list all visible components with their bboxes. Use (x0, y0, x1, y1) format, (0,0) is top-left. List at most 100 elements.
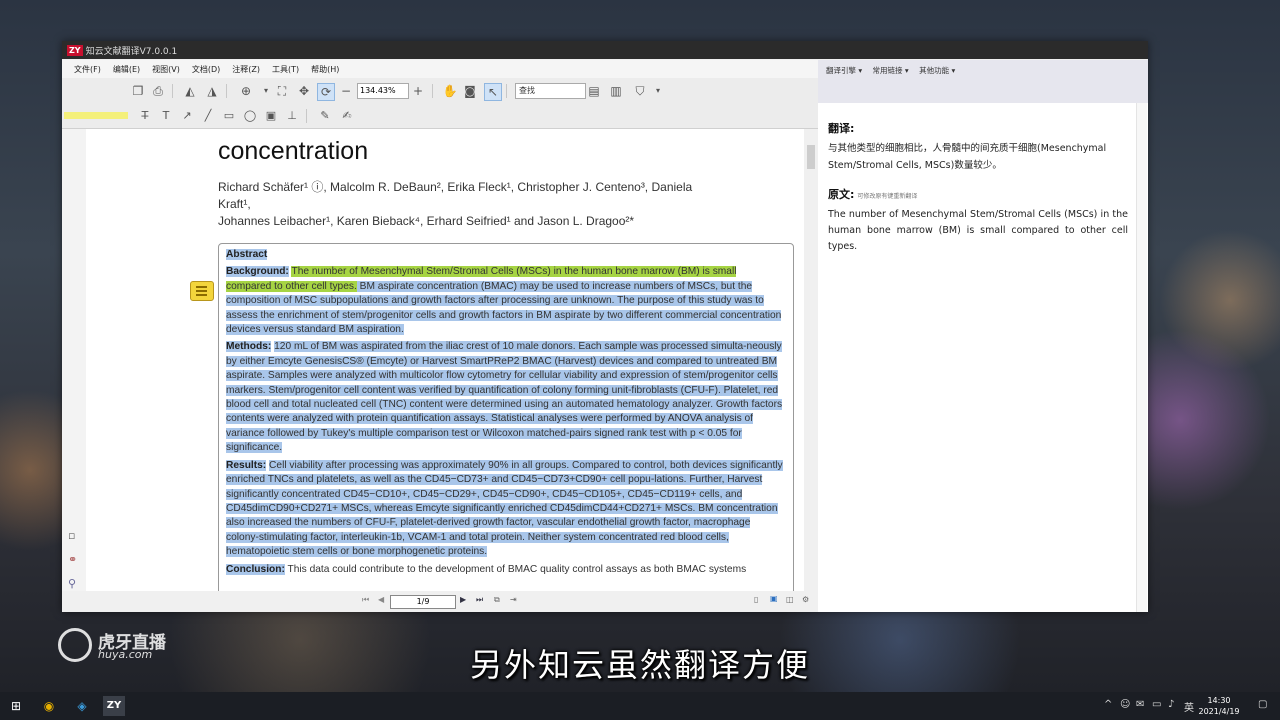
zhiyun-taskbar-button[interactable]: ZY (103, 696, 125, 716)
tray-expand-icon[interactable]: ^ (1104, 699, 1112, 710)
snapshot-icon[interactable]: ◙ (462, 83, 478, 99)
main-toolbar: ❐ ⎙ ◭ ◮ ⊕ ▾ ⛶ ✥ ⟳ − 134.43% + ✋ ◙ ↖ 查找 ▤… (62, 78, 818, 105)
flip-right-icon[interactable]: ◮ (204, 83, 220, 99)
zoom-select[interactable]: 134.43% (357, 83, 409, 99)
original-hint: 可修改原有键重新翻译 (857, 193, 918, 200)
left-sidebar: ▫ ⚭ ⚲ (62, 129, 86, 591)
search-input[interactable]: 查找 (515, 83, 586, 99)
find-next-icon[interactable]: ▥ (608, 83, 624, 99)
flip-left-icon[interactable]: ◭ (182, 83, 198, 99)
translation-scrollbar[interactable] (1136, 103, 1147, 612)
status-bar: ⏮ ◀ 1/9 ▶ ⏭ ⧉ ⇥ ▯ ▣ ◫ ⚙ (62, 591, 818, 612)
pdf-page: concentration Richard Schäfer¹ ⓘ, Malcol… (122, 129, 794, 591)
original-label-row: 原文: 可修改原有键重新翻译 (828, 186, 917, 202)
page-number-input[interactable]: 1/9 (390, 595, 456, 609)
edit-icon[interactable]: ✎ (317, 108, 333, 124)
author-list: Richard Schäfer¹ ⓘ, Malcolm R. DeBaun², … (218, 179, 718, 230)
next-page-icon[interactable]: ▶ (460, 595, 466, 604)
annotation-toolbar: T̶ T ↗ ╱ ▭ ◯ ▣ ⊥ ✎ ✍ (62, 104, 818, 129)
first-page-icon[interactable]: ⏮ (362, 595, 369, 605)
zoom-out-icon[interactable]: − (338, 83, 354, 99)
print-icon[interactable]: ⎙ (150, 83, 166, 99)
notification-icon[interactable]: ▢ (1258, 699, 1267, 710)
line-icon[interactable]: ╱ (200, 108, 216, 124)
scrollbar-thumb[interactable] (807, 145, 815, 169)
select-text-icon[interactable]: ↖ (484, 83, 502, 101)
comment-icon[interactable]: ▫ (68, 529, 75, 542)
original-label: 原文: (828, 188, 855, 201)
other-functions-menu[interactable]: 其他功能 ▾ (919, 66, 955, 75)
menu-view[interactable]: 视图(V) (152, 64, 180, 75)
rectangle-icon[interactable]: ▭ (221, 108, 237, 124)
translation-text[interactable]: 与其他类型的细胞相比，人骨髓中的间充质干细胞(Mesenchymal Stem/… (828, 140, 1128, 174)
highlighter-color-swatch[interactable] (64, 112, 128, 119)
menu-help[interactable]: 帮助(H) (311, 64, 339, 75)
windows-start-icon[interactable]: ⊞ (5, 696, 27, 716)
abstract-box: Abstract Background: The number of Mesen… (218, 243, 794, 591)
user-icon[interactable]: ☺ (1120, 699, 1130, 710)
fit-width-icon[interactable]: ✥ (296, 83, 312, 99)
abstract-text[interactable]: Abstract Background: The number of Mesen… (226, 248, 784, 580)
clock-date: 2021/4/19 (1198, 707, 1240, 716)
continuous-page-icon[interactable]: ▣ (770, 594, 778, 603)
zoom-in-icon[interactable]: ⊕ (238, 83, 254, 99)
page-view-icon[interactable]: ⧉ (494, 595, 500, 605)
rotate-icon[interactable]: ⟳ (317, 83, 335, 101)
strikethrough-icon[interactable]: T̶ (137, 108, 153, 124)
find-prev-icon[interactable]: ▤ (586, 83, 602, 99)
arrow-icon[interactable]: ↗ (179, 108, 195, 124)
menu-annotate[interactable]: 注释(Z) (232, 64, 260, 75)
page-nav-icon[interactable]: ⇥ (510, 595, 517, 604)
text-icon[interactable]: T (158, 108, 174, 124)
volume-icon[interactable]: ♪ (1168, 699, 1174, 710)
link-icon[interactable]: ⚭ (68, 553, 77, 566)
filter-icon[interactable]: ⛉ (632, 83, 648, 99)
chevron-down-icon[interactable]: ▾ (258, 83, 274, 99)
wechat-icon[interactable]: ✉ (1136, 699, 1144, 710)
menu-tools[interactable]: 工具(T) (272, 64, 299, 75)
zoom-plus-icon[interactable]: + (410, 83, 426, 99)
conclusion-label: Conclusion: (226, 563, 285, 575)
results-label: Results: (226, 459, 267, 471)
authors-line-2: Johannes Leibacher¹, Karen Bieback⁴, Erh… (218, 214, 635, 228)
paper-title: concentration (218, 137, 369, 165)
stamp-icon[interactable]: ⊥ (284, 108, 300, 124)
common-links-menu[interactable]: 常用链接 ▾ (873, 66, 909, 75)
menu-document[interactable]: 文档(D) (192, 64, 220, 75)
authors-line-1: Richard Schäfer¹ ⓘ, Malcolm R. DeBaun², … (218, 180, 693, 211)
area-icon[interactable]: ▣ (263, 108, 279, 124)
background-label: Background: (226, 266, 289, 278)
settings-icon[interactable]: ⚙ (802, 595, 809, 604)
app-icon[interactable]: ◈ (71, 696, 93, 716)
last-page-icon[interactable]: ⏭ (476, 595, 483, 605)
original-text[interactable]: The number of Mesenchymal Stem/Stromal C… (828, 207, 1128, 255)
app-logo: ZY (67, 44, 83, 56)
filter-dropdown-icon[interactable]: ▾ (650, 83, 666, 99)
vertical-scrollbar[interactable] (804, 129, 818, 591)
conclusion-text: This data could contribute to the develo… (287, 563, 747, 575)
translation-panel: 翻译引擎 ▾ 常用链接 ▾ 其他功能 ▾ 翻译: 与其他类型的细胞相比，人骨髓中… (818, 60, 1148, 612)
copy-icon[interactable]: ❐ (130, 83, 146, 99)
results-text: Cell viability after processing was appr… (226, 459, 783, 558)
sticky-note-icon[interactable] (190, 281, 214, 301)
document-viewer[interactable]: ▫ ⚭ ⚲ concentration Richard Schäfer¹ ⓘ, … (62, 129, 818, 591)
hand-tool-icon[interactable]: ✋ (442, 83, 458, 99)
two-page-icon[interactable]: ◫ (786, 595, 794, 604)
network-icon[interactable]: ▭ (1152, 699, 1161, 710)
video-subtitle: 另外知云虽然翻译方便 (469, 646, 810, 684)
attachment-icon[interactable]: ⚲ (68, 577, 76, 590)
fit-page-icon[interactable]: ⛶ (274, 83, 290, 99)
translation-label: 翻译: (828, 122, 855, 135)
sign-icon[interactable]: ✍ (339, 108, 355, 124)
translation-engine-menu[interactable]: 翻译引擎 ▾ (826, 66, 862, 75)
ime-indicator[interactable]: 英 (1184, 699, 1194, 714)
ellipse-icon[interactable]: ◯ (242, 108, 258, 124)
prev-page-icon[interactable]: ◀ (378, 595, 384, 604)
clock-time: 14:30 (1207, 696, 1231, 705)
app-window: ZY 知云文献翻译V7.0.0.1 文件(F) 编辑(E) 视图(V) 文档(D… (62, 41, 1148, 612)
menu-file[interactable]: 文件(F) (74, 64, 101, 75)
single-page-icon[interactable]: ▯ (754, 595, 758, 604)
chrome-icon[interactable]: ◉ (38, 696, 60, 716)
menu-edit[interactable]: 编辑(E) (113, 64, 140, 75)
clock[interactable]: 14:30 2021/4/19 (1196, 695, 1242, 717)
